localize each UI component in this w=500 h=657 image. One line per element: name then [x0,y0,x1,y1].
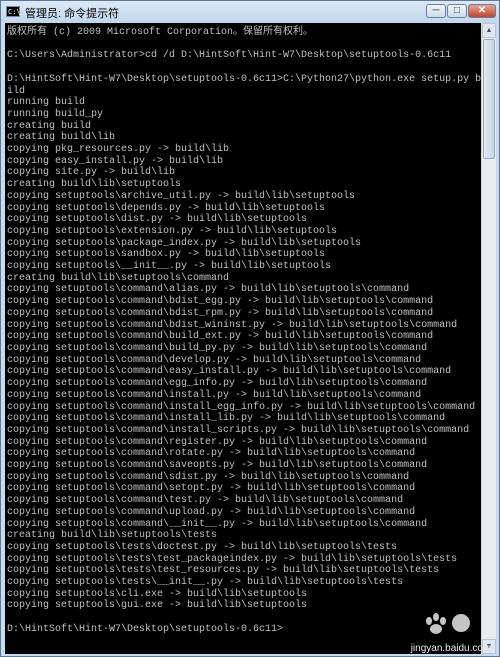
console-line: running build [7,97,86,109]
console-text: 版权所有 (c) 2009 Microsoft Corporation。保留所有… [5,23,481,636]
maximize-button[interactable]: □ [447,4,467,18]
console-line: copying setuptools\tests\test_packageind… [7,553,458,565]
console-line: copying setuptools\extension.py -> build… [7,225,338,237]
console-line: creating build\lib\setuptools\command [7,272,230,284]
minimize-button[interactable]: ─ [426,4,446,18]
title-bar[interactable]: C:\ 管理员: 命令提示符 ─ □ ✕ [1,1,499,23]
console-line: copying easy_install.py -> build\lib [7,155,224,167]
baidu-jingyan-watermark: jingyan.baidu.com [405,607,497,655]
console-line: copying setuptools\command\build_py.py -… [7,342,428,354]
console-line: copying setuptools\tests\doctest.py -> b… [7,541,398,553]
console-line: copying setuptools\tests\__init__.py -> … [7,577,404,589]
console-line: C:\Users\Administrator>cd /d D:\HintSoft… [7,50,452,62]
console-line: copying setuptools\command\setopt.py -> … [7,483,416,495]
close-button[interactable]: ✕ [468,4,496,18]
command-prompt-window: C:\ 管理员: 命令提示符 ─ □ ✕ 版权所有 (c) 2009 Micro… [0,0,500,657]
console-line: copying setuptools\command\develop.py ->… [7,354,422,366]
console-line: D:\HintSoft\Hint-W7\Desktop\setuptools-0… [7,73,481,85]
console-line: copying setuptools\command\bdist_wininst… [7,319,458,331]
console-line: copying setuptools\command\__init__.py -… [7,518,428,530]
scroll-thumb[interactable] [483,39,495,159]
console-app-icon[interactable]: C:\ [6,6,21,17]
console-line: ild [7,85,26,97]
console-line: copying pkg_resources.py -> build\lib [7,144,230,156]
console-line: creating build\lib\setuptools\tests [7,530,218,542]
console-line: copying setuptools\command\rotate.py -> … [7,448,416,460]
vertical-scrollbar[interactable]: ▲ ▼ [481,23,496,654]
console-line: copying setuptools\command\install_lib.p… [7,413,446,425]
baidu-paw-logo-icon [426,613,470,634]
console-line: copying setuptools\command\easy_install.… [7,366,452,378]
console-line: copying setuptools\__init__.py -> build\… [7,261,332,273]
console-line: copying setuptools\command\egg_info.py -… [7,378,428,390]
window-title: 管理员: 命令提示符 [25,8,120,20]
console-line: D:\HintSoft\Hint-W7\Desktop\setuptools-0… [7,623,284,635]
console-line: copying setuptools\command\build_ext.py … [7,331,434,343]
console-line: copying setuptools\command\upload.py -> … [7,506,416,518]
console-line: copying setuptools\command\install.py ->… [7,389,422,401]
console-line: copying setuptools\command\alias.py -> b… [7,284,410,296]
watermark-text: jingyan.baidu.com [410,643,492,654]
console-line: copying setuptools\cli.exe -> build\lib\… [7,588,308,600]
console-line: copying setuptools\gui.exe -> build\lib\… [7,600,308,612]
console-line: running build_py [7,108,104,120]
console-line: copying setuptools\archive_util.py -> bu… [7,190,356,202]
console-line: copying setuptools\command\install_egg_i… [7,401,476,413]
console-line: copying setuptools\command\bdist_rpm.py … [7,307,434,319]
console-line: copying setuptools\sandbox.py -> build\l… [7,249,326,261]
console-line: copying setuptools\command\test.py -> bu… [7,495,404,507]
console-line: copying setuptools\command\bdist_egg.py … [7,296,434,308]
console-line: creating build\lib [7,132,116,144]
console-line: copying setuptools\tests\test_resources.… [7,565,440,577]
console-line: copying setuptools\command\sdist.py -> b… [7,471,410,483]
console-line: copying setuptools\package_index.py -> b… [7,237,362,249]
console-line: copying setuptools\command\saveopts.py -… [7,460,428,472]
console-line: copying setuptools\dist.py -> build\lib\… [7,214,308,226]
console-line: copying setuptools\depends.py -> build\l… [7,202,326,214]
console-line: creating build [7,120,92,132]
console-line: 版权所有 (c) 2009 Microsoft Corporation。保留所有… [7,27,314,38]
scroll-up-button[interactable]: ▲ [482,23,496,38]
console-output-area[interactable]: 版权所有 (c) 2009 Microsoft Corporation。保留所有… [5,23,481,654]
console-line: creating build\lib\setuptools [7,179,182,191]
console-line: copying site.py -> build\lib [7,167,176,179]
console-line: copying setuptools\command\register.py -… [7,436,428,448]
console-line: copying setuptools\command\install_scrip… [7,424,470,436]
